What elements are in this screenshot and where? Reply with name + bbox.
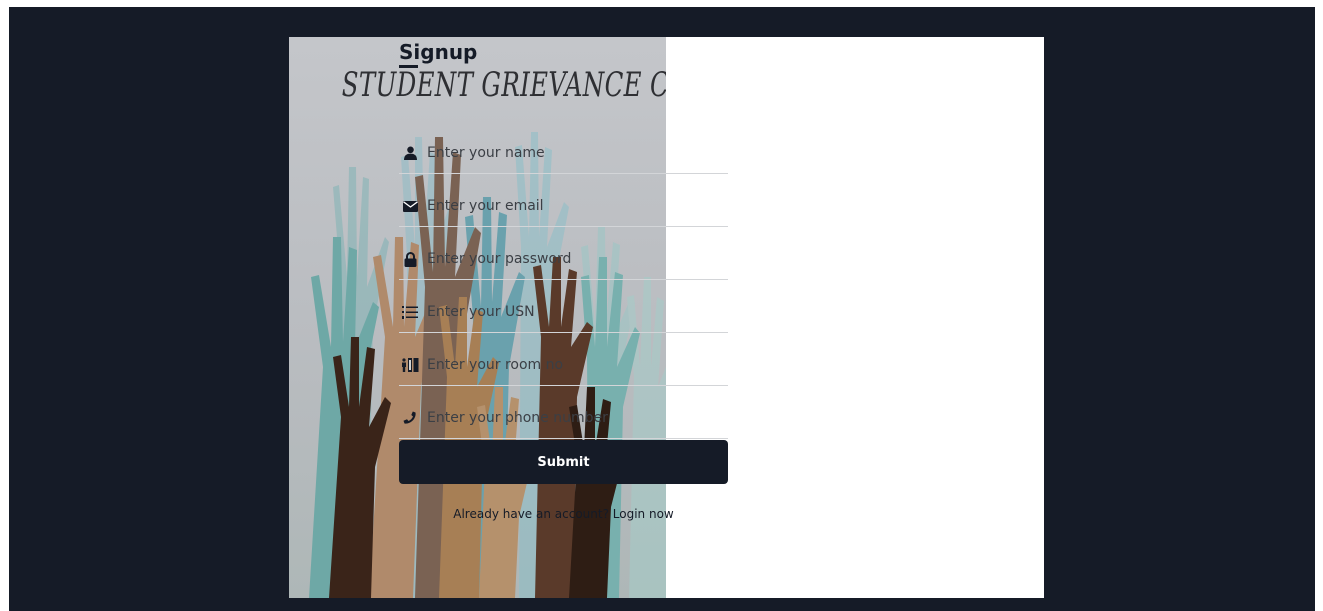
email-field: [399, 186, 728, 227]
usn-field: [399, 292, 728, 333]
envelope-icon: [400, 198, 420, 214]
email-input[interactable]: [427, 198, 717, 214]
name-input[interactable]: [427, 145, 717, 161]
room-field: [399, 345, 728, 386]
login-prompt-text: Already have an account?: [453, 507, 609, 521]
room-input[interactable]: [427, 357, 717, 373]
phone-icon: [400, 410, 420, 426]
login-prompt-line: Already have an account? Login now: [399, 507, 728, 521]
lock-icon: [400, 251, 420, 267]
password-input[interactable]: [427, 251, 717, 267]
form-title: Signup: [399, 40, 478, 64]
submit-button[interactable]: Submit: [399, 440, 728, 484]
room-icon: [400, 357, 420, 373]
title-underline: [399, 65, 418, 68]
usn-input[interactable]: [427, 304, 717, 320]
phone-field: [399, 398, 728, 439]
phone-input[interactable]: [427, 410, 717, 426]
list-icon: [400, 304, 420, 320]
name-field: [399, 133, 728, 174]
password-field: [399, 239, 728, 280]
hero-title: STUDENT GRIEVANCE CELL: [341, 65, 666, 105]
user-icon: [400, 145, 420, 161]
login-now-link[interactable]: Login now: [613, 507, 674, 521]
